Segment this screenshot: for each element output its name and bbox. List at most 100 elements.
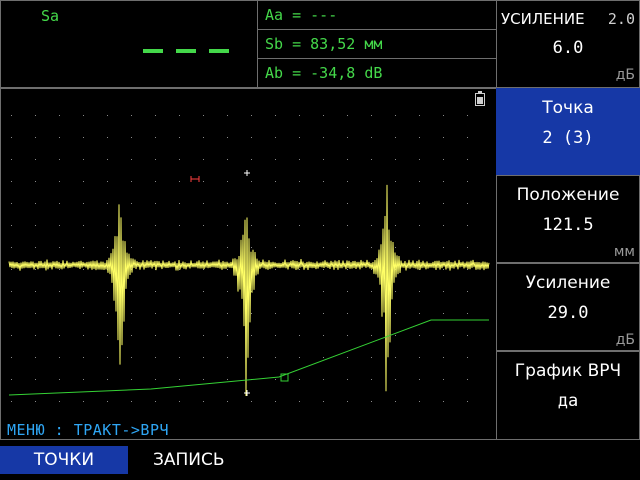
grid-dot (131, 181, 132, 182)
grid-dot (347, 401, 348, 402)
grid-dot (179, 225, 180, 226)
grid-dot (11, 335, 12, 336)
grid-dot (107, 379, 108, 380)
grid-dot (131, 379, 132, 380)
grid-dot (323, 115, 324, 116)
side-menu-position[interactable]: Положение 121.5 мм (496, 175, 640, 263)
grid-dot (35, 115, 36, 116)
grid-dot (323, 159, 324, 160)
grid-dot (371, 115, 372, 116)
grid-dot (275, 313, 276, 314)
grid-dot (371, 225, 372, 226)
side-menu-tvg-graph-value: да (557, 391, 579, 411)
measurement-aa: Aa = --- (258, 1, 496, 30)
grid-dot (11, 291, 12, 292)
side-menu-gain[interactable]: Усиление 29.0 дБ (496, 263, 640, 351)
gate-marker[interactable] (190, 176, 200, 182)
grid-dot (323, 291, 324, 292)
grid-dot (251, 335, 252, 336)
grid-dot (395, 357, 396, 358)
grid-dot (395, 159, 396, 160)
grid-dot (371, 401, 372, 402)
grid-dot (467, 137, 468, 138)
grid-dot (323, 137, 324, 138)
grid-dot (59, 247, 60, 248)
grid-dot (467, 291, 468, 292)
softkey-points[interactable]: ТОЧКИ (0, 446, 128, 474)
gain-panel[interactable]: УСИЛЕНИЕ 2.0 6.0 дБ (496, 0, 640, 88)
grid-dot (275, 269, 276, 270)
grid-dot (467, 115, 468, 116)
grid-dot (323, 335, 324, 336)
grid-dot (443, 379, 444, 380)
grid-dot (35, 313, 36, 314)
grid-dot (299, 203, 300, 204)
a-scan-display[interactable]: МЕНЮ : ТРАКТ->ВРЧ (0, 88, 497, 440)
signal-trace (8, 184, 490, 397)
grid-dot (323, 357, 324, 358)
grid-dot (251, 247, 252, 248)
grid-dot (155, 137, 156, 138)
grid-dot (347, 203, 348, 204)
grid-dot (227, 269, 228, 270)
grid-dot (131, 357, 132, 358)
grid-dot (83, 159, 84, 160)
grid-dot (107, 401, 108, 402)
grid-dot (179, 115, 180, 116)
grid-dot (395, 181, 396, 182)
grid-dot (83, 291, 84, 292)
grid-dot (419, 313, 420, 314)
grid-dot (179, 335, 180, 336)
grid-dot (251, 357, 252, 358)
grid-dot (347, 181, 348, 182)
grid-dot (299, 225, 300, 226)
measurement-ab: Ab = -34,8 dB (265, 64, 383, 82)
grid-dot (299, 401, 300, 402)
grid-dot (275, 247, 276, 248)
grid-dot (11, 159, 12, 160)
grid-dot (227, 379, 228, 380)
side-menu-point[interactable]: Точка 2 (3) (496, 88, 640, 175)
grid-dot (419, 379, 420, 380)
grid-dot (107, 291, 108, 292)
grid-dot (299, 291, 300, 292)
grid-dot (203, 203, 204, 204)
grid-dot (83, 335, 84, 336)
grid-dot (179, 401, 180, 402)
grid-dot (59, 269, 60, 270)
grid-dot (467, 313, 468, 314)
side-menu-position-value: 121.5 (542, 215, 594, 235)
grid-dot (467, 225, 468, 226)
grid-dot (275, 291, 276, 292)
grid-dot (179, 313, 180, 314)
gain-unit: дБ (615, 67, 635, 83)
grid-dot (155, 225, 156, 226)
grid-dot (131, 313, 132, 314)
grid-dot (59, 335, 60, 336)
grid-dot (443, 357, 444, 358)
grid-dot (371, 291, 372, 292)
grid-dot (203, 313, 204, 314)
grid-dot (251, 313, 252, 314)
tvg-curve (8, 319, 489, 396)
side-menu-tvg-graph[interactable]: График ВРЧ да (496, 351, 640, 440)
grid-dot (131, 335, 132, 336)
grid-dot (11, 181, 12, 182)
grid-dot (131, 159, 132, 160)
gain-title: УСИЛЕНИЕ (501, 10, 585, 28)
grid-dot (83, 379, 84, 380)
measurement-sb: Sb = 83,52 мм (258, 30, 496, 59)
grid-dot (443, 269, 444, 270)
grid-dot (59, 379, 60, 380)
grid-dot (395, 379, 396, 380)
grid-dot (83, 225, 84, 226)
grid-dot (467, 159, 468, 160)
grid-dot (275, 115, 276, 116)
grid-dot (227, 203, 228, 204)
softkey-record[interactable]: ЗАПИСЬ (153, 446, 263, 474)
grid-dot (395, 137, 396, 138)
grid-dot (371, 159, 372, 160)
grid-dot (11, 313, 12, 314)
grid-dot (419, 401, 420, 402)
grid-dot (155, 203, 156, 204)
